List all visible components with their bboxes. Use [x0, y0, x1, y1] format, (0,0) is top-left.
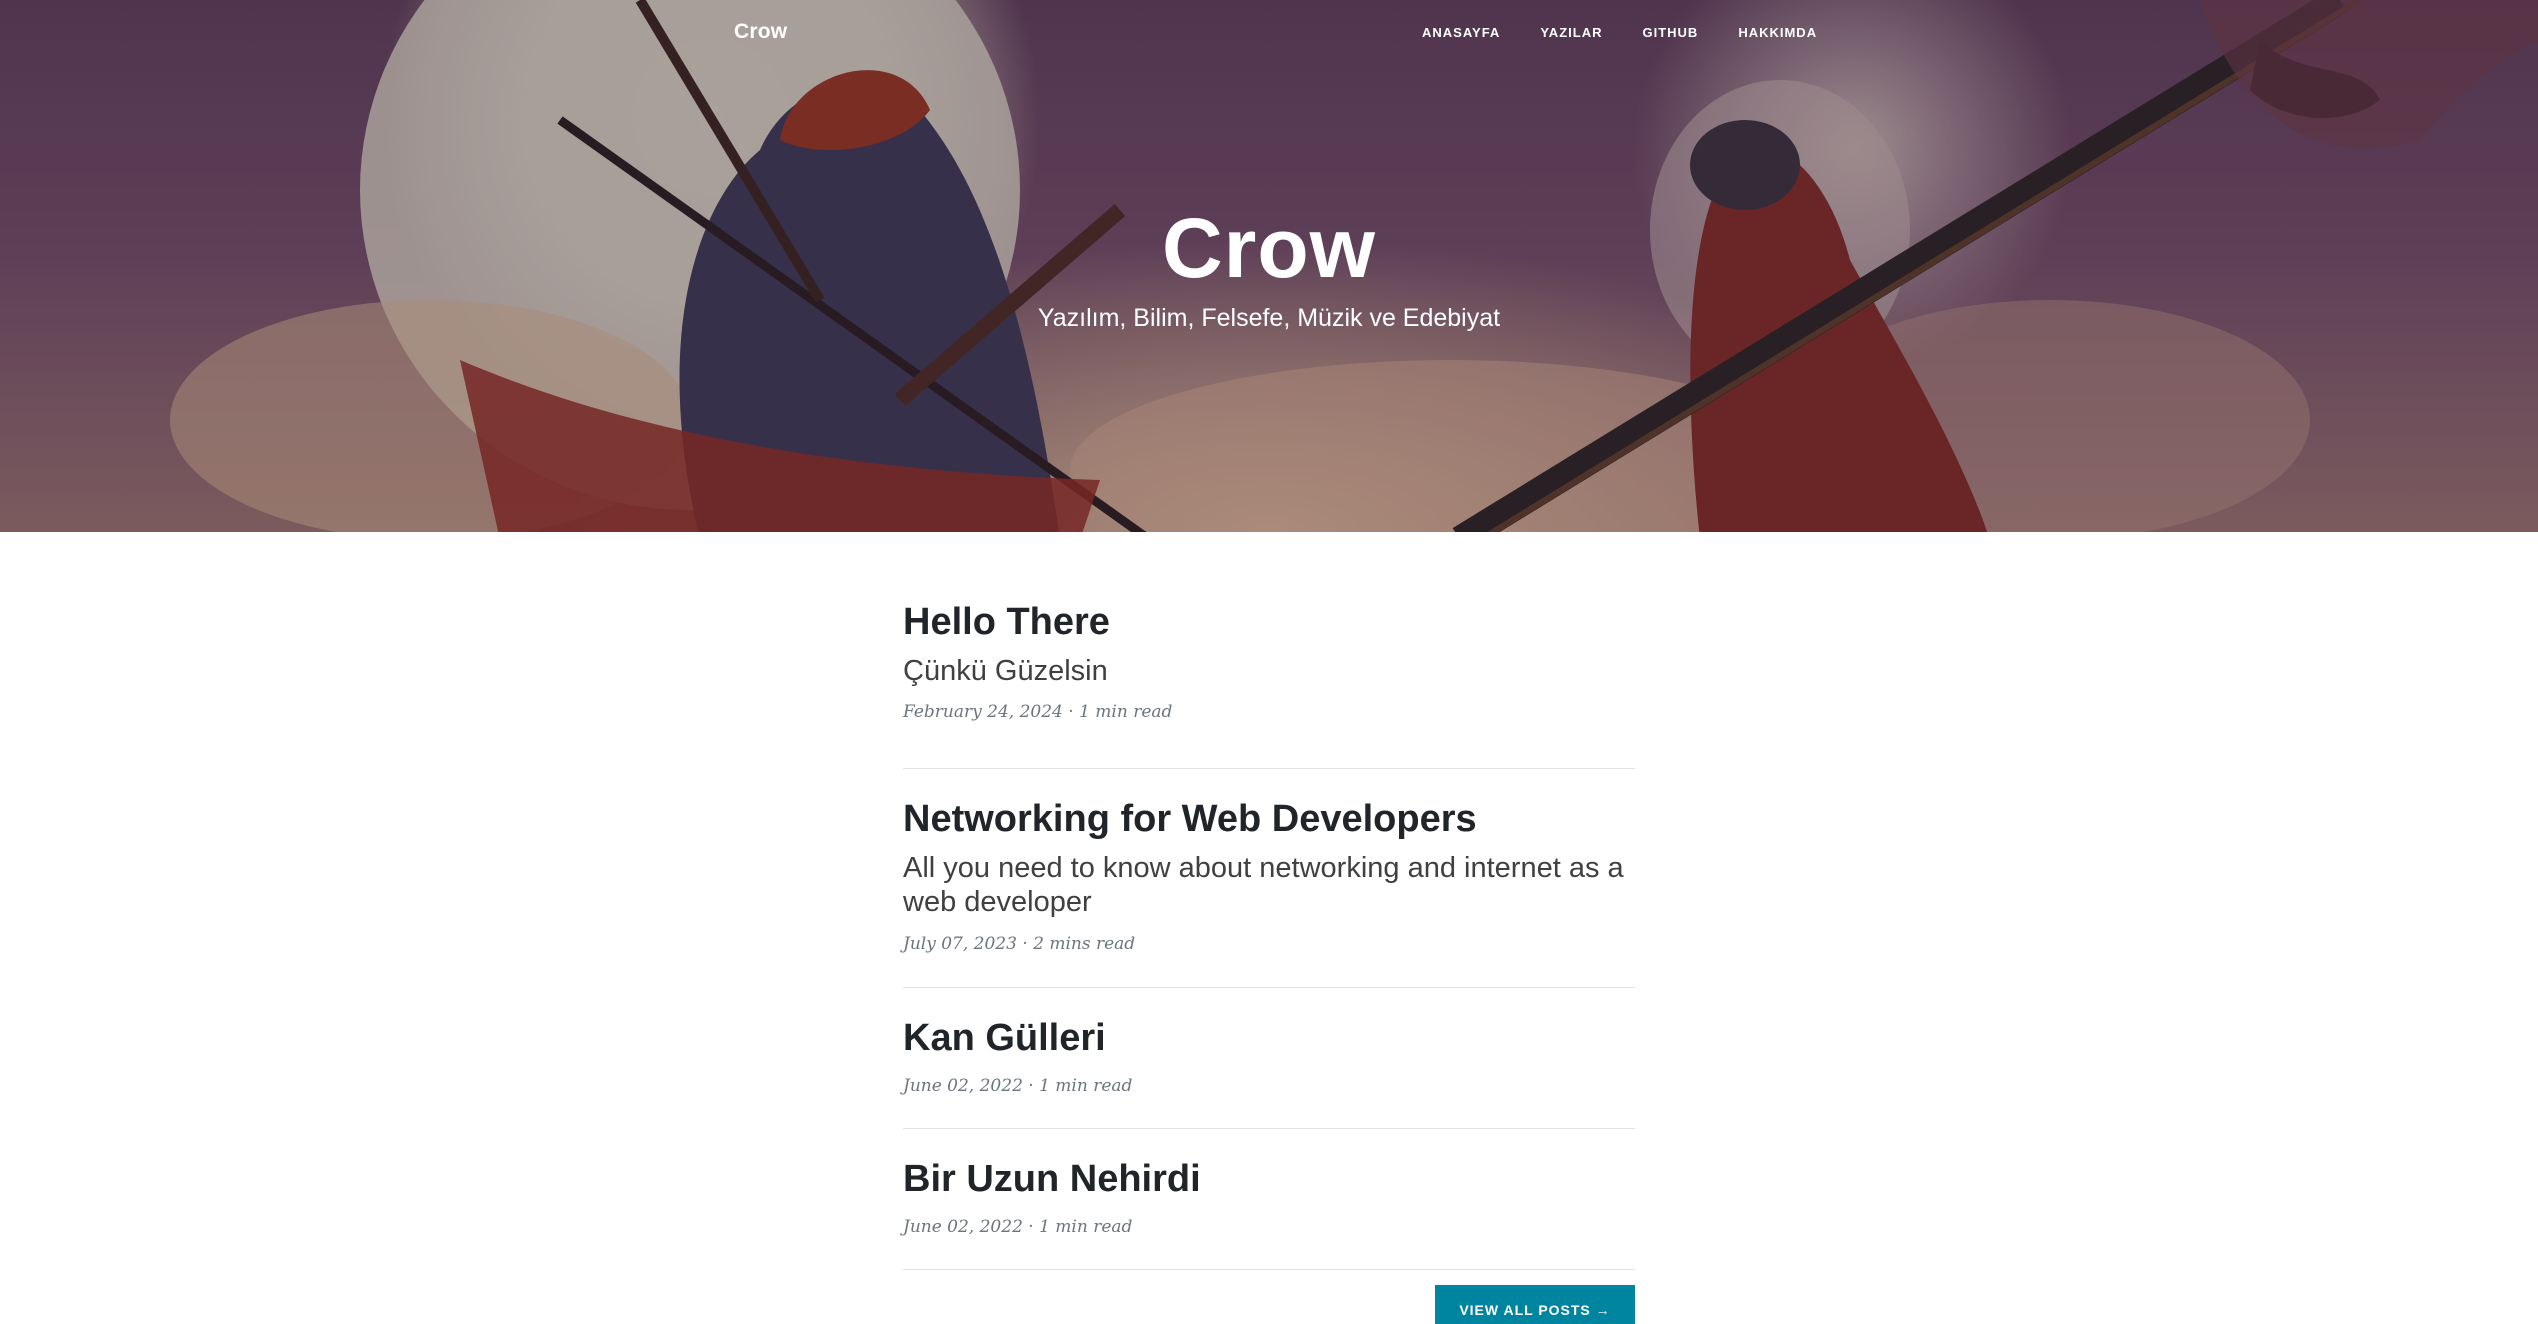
nav-link-github[interactable]: GITHUB	[1642, 25, 1698, 40]
post-meta: July 07, 2023 · 2 mins read	[903, 934, 1136, 955]
post-title-link[interactable]: Networking for Web Developers	[903, 797, 1635, 843]
post-preview: Networking for Web Developers All you ne…	[903, 769, 1635, 988]
view-all-posts-button[interactable]: VIEW ALL POSTS →	[1435, 1285, 1635, 1324]
site-subtitle: Yazılım, Bilim, Felsefe, Müzik ve Edebiy…	[1037, 304, 1501, 332]
site-title: Crow	[1162, 201, 1376, 295]
nav-link-anasayfa[interactable]: ANASAYFA	[1422, 25, 1500, 40]
post-subtitle: All you need to know about networking an…	[903, 851, 1624, 919]
brand-link[interactable]: Crow	[734, 20, 787, 44]
post-subtitle: Çünkü Güzelsin	[903, 654, 1108, 687]
post-list: Hello There Çünkü Güzelsin February 24, …	[903, 600, 1635, 1270]
post-meta: February 24, 2024 · 1 min read	[903, 702, 1173, 723]
nav-links: ANASAYFA YAZILAR GITHUB HAKKIMDA	[1422, 25, 1857, 40]
top-navigation: Crow ANASAYFA YAZILAR GITHUB HAKKIMDA	[0, 0, 2538, 66]
hero-header: Crow ANASAYFA YAZILAR GITHUB HAKKIMDA Cr…	[0, 0, 2538, 532]
nav-link-hakkimda[interactable]: HAKKIMDA	[1738, 25, 1817, 40]
nav-link-yazilar[interactable]: YAZILAR	[1540, 25, 1602, 40]
post-title-link[interactable]: Bir Uzun Nehirdi	[903, 1157, 1635, 1203]
post-title-link[interactable]: Hello There	[903, 600, 1635, 646]
post-preview: Bir Uzun Nehirdi June 02, 2022 · 1 min r…	[903, 1129, 1635, 1270]
post-preview: Hello There Çünkü Güzelsin February 24, …	[903, 600, 1635, 769]
post-meta: June 02, 2022 · 1 min read	[903, 1075, 1133, 1096]
post-title-link[interactable]: Kan Gülleri	[903, 1016, 1635, 1062]
post-meta: June 02, 2022 · 1 min read	[903, 1216, 1133, 1237]
post-preview: Kan Gülleri June 02, 2022 · 1 min read	[903, 988, 1635, 1129]
